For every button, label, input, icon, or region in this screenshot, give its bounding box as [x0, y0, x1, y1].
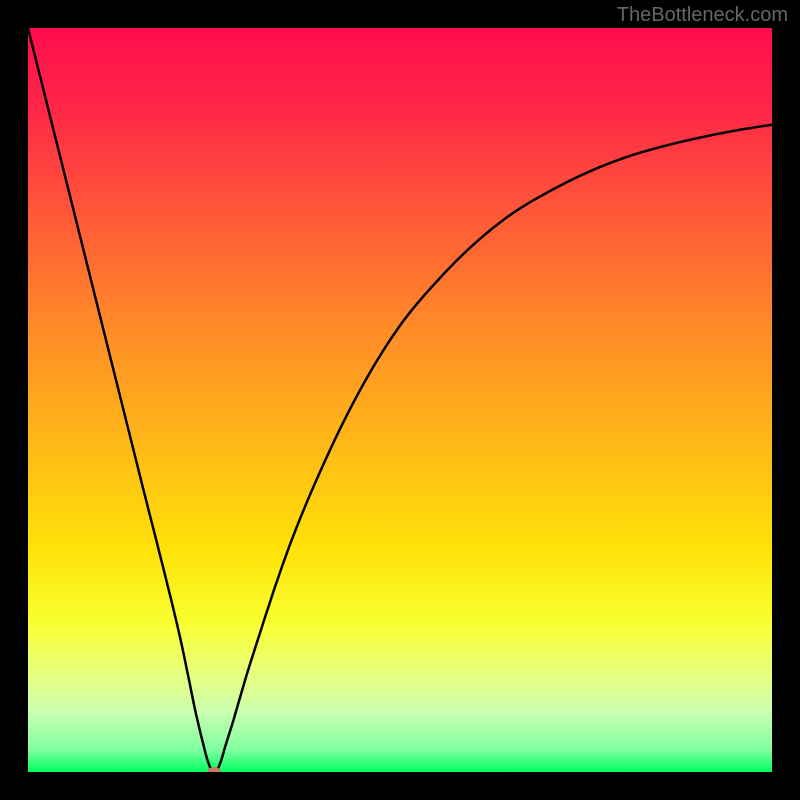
- watermark-text: TheBottleneck.com: [617, 4, 788, 27]
- bottleneck-curve: [28, 28, 772, 772]
- chart-container: TheBottleneck.com: [0, 0, 800, 800]
- optimal-point-marker: [207, 767, 221, 772]
- plot-area: [28, 28, 772, 772]
